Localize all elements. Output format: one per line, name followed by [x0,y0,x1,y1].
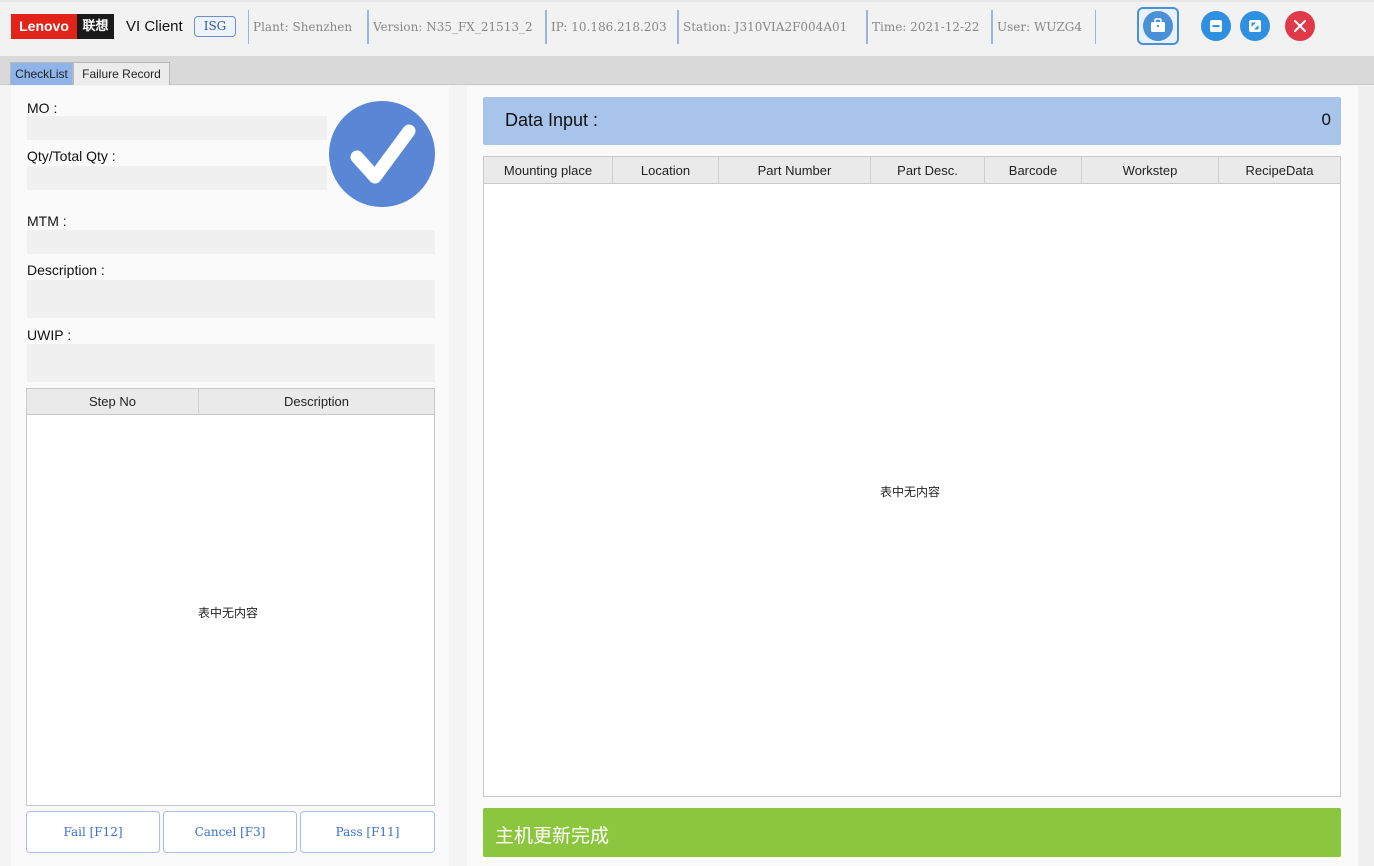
top-border [0,0,1374,2]
station-info: Station: J310VIA2F004A01 [678,10,867,44]
right-margin [1358,86,1374,866]
qty-field [27,166,327,190]
uwip-label: UWIP : [27,327,72,343]
app-title: VI Client [126,18,183,35]
empty-table-text: 表中无内容 [198,606,259,620]
ip-info: IP: 10.186.218.203 [546,10,678,44]
tab-failure-record[interactable]: Failure Record [73,62,170,85]
maximize-icon[interactable] [1240,11,1270,41]
qty-label: Qty/Total Qty : [27,148,116,164]
title-bar: Lenovo 联想 VI Client ISG Plant: Shenzhen … [0,0,1374,56]
col-barcode[interactable]: Barcode [985,157,1082,184]
data-input-title: Data Input : [505,110,599,130]
status-bar: 主机更新完成 [483,808,1341,857]
lenovo-logo: Lenovo [11,14,77,39]
mtm-field [27,230,435,254]
step-table[interactable]: Step No Description 表中无内容 [26,388,435,806]
data-input-header: Data Input : 0 [483,97,1341,145]
briefcase-icon[interactable] [1143,11,1173,41]
mo-field [27,116,327,140]
check-status-icon [329,101,435,207]
mtm-label: MTM : [27,213,67,229]
cancel-button[interactable]: Cancel [F3] [163,811,297,853]
user-info: User: WUZG4 [992,10,1096,44]
pass-button[interactable]: Pass [F11] [300,811,435,853]
description-label: Description : [27,262,105,278]
col-part-desc[interactable]: Part Desc. [871,157,985,184]
status-message: 主机更新完成 [495,825,610,847]
lenovo-logo-cn: 联想 [77,14,114,39]
col-mounting-place[interactable]: Mounting place [484,157,613,184]
col-workstep[interactable]: Workstep [1082,157,1219,184]
fail-button[interactable]: Fail [F12] [26,811,160,853]
step-description-header[interactable]: Description [199,389,434,415]
mo-label: MO : [27,100,58,116]
col-part-number[interactable]: Part Number [719,157,871,184]
plant-info: Plant: Shenzhen [248,10,368,44]
uwip-field [27,344,435,382]
col-location[interactable]: Location [613,157,719,184]
version-info: Version: N35_FX_21513_2 [368,10,546,44]
minimize-icon[interactable] [1201,11,1231,41]
step-no-header[interactable]: Step No [27,389,199,415]
data-input-count: 0 [1321,110,1331,129]
checklist-panel: MO : Qty/Total Qty : MTM : Description :… [11,86,449,866]
description-field [27,280,435,318]
close-icon[interactable] [1285,11,1315,41]
data-input-table[interactable]: Mounting place Location Part Number Part… [483,156,1341,797]
tab-checklist[interactable]: CheckList [10,62,73,85]
isg-badge: ISG [194,16,236,37]
col-recipe-data[interactable]: RecipeData [1219,157,1340,184]
empty-table-text: 表中无内容 [880,485,941,499]
time-info: Time: 2021-12-22 [867,10,992,44]
data-input-panel: Data Input : 0 Mounting place Location P… [467,86,1358,866]
tab-bar: CheckList Failure Record [0,56,1374,85]
